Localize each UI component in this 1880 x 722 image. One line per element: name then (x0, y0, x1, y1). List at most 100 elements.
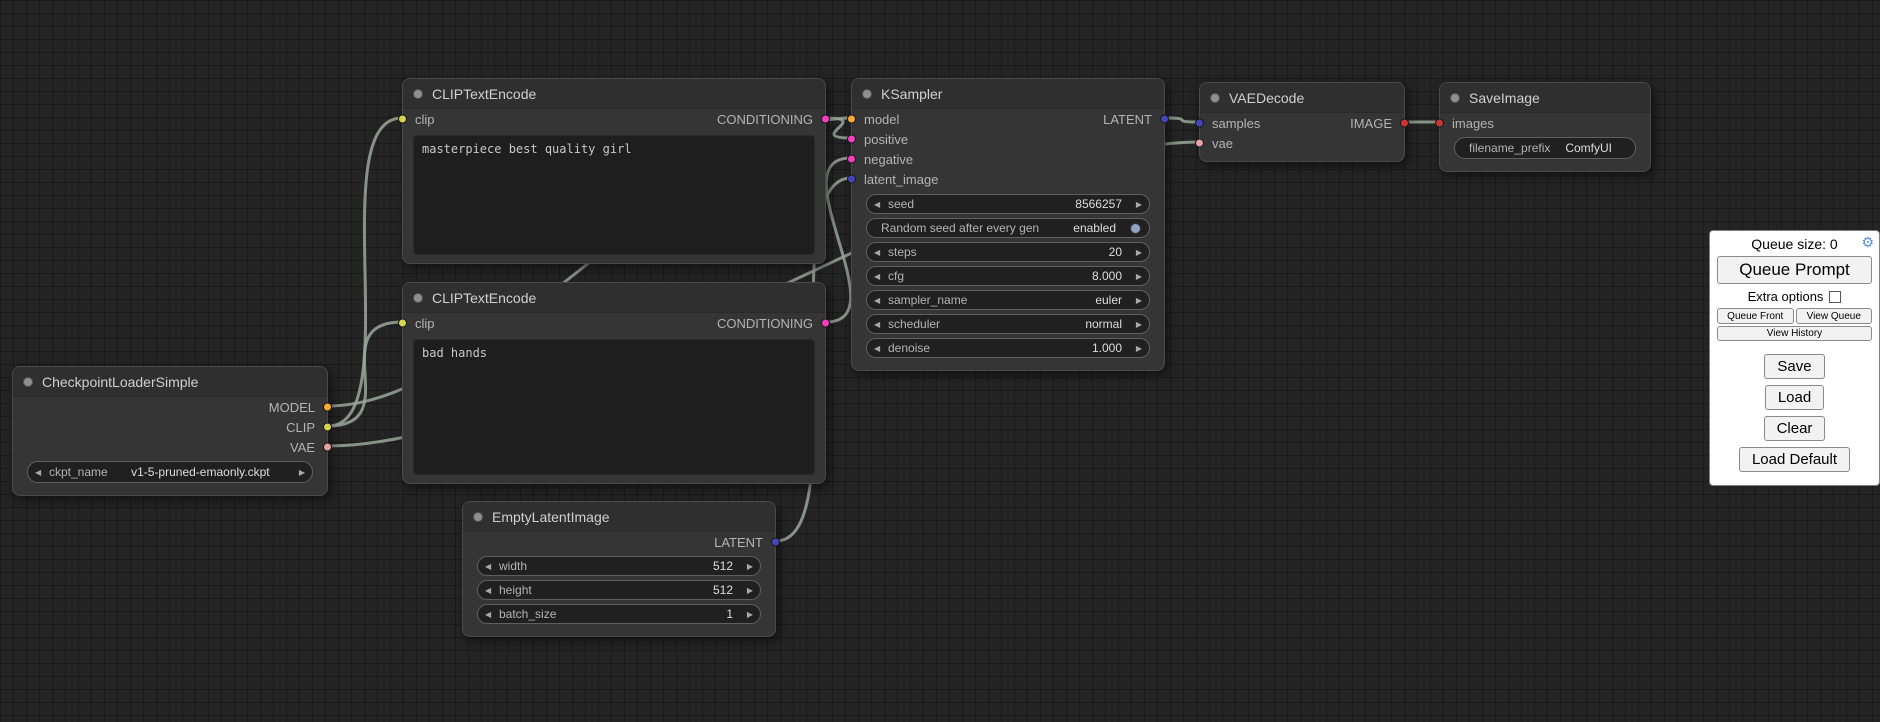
decrement-arrow-icon[interactable]: ◀ (485, 586, 497, 595)
widget-label: Random seed after every gen (881, 221, 1039, 235)
filename-prefix-widget[interactable]: filename_prefix ComfyUI (1454, 137, 1636, 159)
width-widget[interactable]: ◀ width 512 ▶ (477, 556, 761, 576)
node-empty-latent-image[interactable]: EmptyLatentImage LATENT ◀ width 512 ▶ ◀ … (462, 501, 776, 637)
collapse-dot-icon[interactable] (413, 293, 423, 303)
slot-row: positive (852, 129, 1164, 149)
output-slot-clip[interactable] (323, 423, 332, 432)
increment-arrow-icon[interactable]: ▶ (741, 562, 753, 571)
decrement-arrow-icon[interactable]: ◀ (485, 562, 497, 571)
denoise-widget[interactable]: ◀ denoise 1.000 ▶ (866, 338, 1150, 358)
input-slot-samples[interactable] (1195, 119, 1204, 128)
node-title-bar[interactable]: VAEDecode (1200, 83, 1404, 113)
decrement-arrow-icon[interactable]: ◀ (874, 296, 886, 305)
clear-button[interactable]: Clear (1764, 416, 1826, 441)
collapse-dot-icon[interactable] (862, 89, 872, 99)
increment-arrow-icon[interactable]: ▶ (1130, 320, 1142, 329)
toggle-dot-icon[interactable] (1130, 223, 1141, 234)
input-label-negative: negative (864, 152, 913, 167)
settings-gear-icon[interactable]: ⚙ (1861, 234, 1874, 251)
increment-arrow-icon[interactable]: ▶ (293, 468, 305, 477)
collapse-dot-icon[interactable] (473, 512, 483, 522)
input-slot-vae[interactable] (1195, 139, 1204, 148)
scheduler-widget[interactable]: ◀ scheduler normal ▶ (866, 314, 1150, 334)
widget-label: filename_prefix (1469, 141, 1550, 155)
collapse-dot-icon[interactable] (1450, 93, 1460, 103)
increment-arrow-icon[interactable]: ▶ (741, 586, 753, 595)
save-button[interactable]: Save (1764, 354, 1824, 379)
collapse-dot-icon[interactable] (1210, 93, 1220, 103)
decrement-arrow-icon[interactable]: ◀ (874, 320, 886, 329)
increment-arrow-icon[interactable]: ▶ (1130, 272, 1142, 281)
height-widget[interactable]: ◀ height 512 ▶ (477, 580, 761, 600)
node-title-bar[interactable]: EmptyLatentImage (463, 502, 775, 532)
node-title: SaveImage (1469, 90, 1540, 106)
ckpt-name-widget[interactable]: ◀ ckpt_name v1-5-pruned-emaonly.ckpt ▶ (27, 461, 313, 483)
negative-prompt-textarea[interactable]: bad hands (413, 339, 815, 475)
input-slot-latent-image[interactable] (847, 175, 856, 184)
seed-widget[interactable]: ◀ seed 8566257 ▶ (866, 194, 1150, 214)
node-title-bar[interactable]: KSampler (852, 79, 1164, 109)
input-slot-clip[interactable] (398, 319, 407, 328)
output-label-image: IMAGE (1350, 116, 1392, 131)
positive-prompt-textarea[interactable]: masterpiece best quality girl (413, 135, 815, 255)
widget-label: sampler_name (888, 293, 967, 307)
widget-value: 8566257 (922, 197, 1122, 211)
output-slot-image[interactable] (1400, 119, 1409, 128)
load-button[interactable]: Load (1765, 385, 1824, 410)
decrement-arrow-icon[interactable]: ◀ (874, 272, 886, 281)
increment-arrow-icon[interactable]: ▶ (1130, 248, 1142, 257)
node-title-bar[interactable]: CLIPTextEncode (403, 79, 825, 109)
node-title-bar[interactable]: SaveImage (1440, 83, 1650, 113)
output-slot-latent[interactable] (1160, 115, 1169, 124)
output-slot-conditioning[interactable] (821, 115, 830, 124)
decrement-arrow-icon[interactable]: ◀ (874, 344, 886, 353)
input-label-vae: vae (1212, 136, 1233, 151)
output-slot-model[interactable] (323, 403, 332, 412)
node-vae-decode[interactable]: VAEDecode samples IMAGE vae (1199, 82, 1405, 162)
batch-size-widget[interactable]: ◀ batch_size 1 ▶ (477, 604, 761, 624)
cfg-widget[interactable]: ◀ cfg 8.000 ▶ (866, 266, 1150, 286)
sampler-name-widget[interactable]: ◀ sampler_name euler ▶ (866, 290, 1150, 310)
decrement-arrow-icon[interactable]: ◀ (485, 610, 497, 619)
queue-front-button[interactable]: Queue Front (1717, 308, 1794, 324)
random-seed-toggle-widget[interactable]: Random seed after every gen enabled (866, 218, 1150, 238)
input-slot-clip[interactable] (398, 115, 407, 124)
extra-options-checkbox[interactable] (1829, 291, 1841, 303)
view-history-button[interactable]: View History (1717, 326, 1872, 341)
load-default-button[interactable]: Load Default (1739, 447, 1850, 472)
decrement-arrow-icon[interactable]: ◀ (874, 200, 886, 209)
node-title-bar[interactable]: CheckpointLoaderSimple (13, 367, 327, 397)
decrement-arrow-icon[interactable]: ◀ (874, 248, 886, 257)
node-clip-text-encode-positive[interactable]: CLIPTextEncode clip CONDITIONING masterp… (402, 78, 826, 264)
node-save-image[interactable]: SaveImage images filename_prefix ComfyUI (1439, 82, 1651, 172)
input-label-model: model (864, 112, 899, 127)
collapse-dot-icon[interactable] (413, 89, 423, 99)
output-slot-latent[interactable] (771, 538, 780, 547)
output-row: CLIP (13, 417, 327, 437)
node-ksampler[interactable]: KSampler model LATENT positive negative … (851, 78, 1165, 371)
view-queue-button[interactable]: View Queue (1796, 308, 1873, 324)
output-slot-conditioning[interactable] (821, 319, 830, 328)
input-slot-negative[interactable] (847, 155, 856, 164)
output-slot-vae[interactable] (323, 443, 332, 452)
node-title: CheckpointLoaderSimple (42, 374, 198, 390)
steps-widget[interactable]: ◀ steps 20 ▶ (866, 242, 1150, 262)
output-label-model: MODEL (269, 400, 315, 415)
increment-arrow-icon[interactable]: ▶ (1130, 344, 1142, 353)
node-clip-text-encode-negative[interactable]: CLIPTextEncode clip CONDITIONING bad han… (402, 282, 826, 484)
slot-row: negative (852, 149, 1164, 169)
input-slot-images[interactable] (1435, 119, 1444, 128)
increment-arrow-icon[interactable]: ▶ (741, 610, 753, 619)
widget-value: normal (948, 317, 1122, 331)
increment-arrow-icon[interactable]: ▶ (1130, 200, 1142, 209)
queue-prompt-button[interactable]: Queue Prompt (1717, 256, 1872, 284)
input-slot-model[interactable] (847, 115, 856, 124)
slot-row: vae (1200, 133, 1404, 153)
increment-arrow-icon[interactable]: ▶ (1130, 296, 1142, 305)
extra-options-label: Extra options (1748, 289, 1824, 304)
node-title-bar[interactable]: CLIPTextEncode (403, 283, 825, 313)
node-checkpoint-loader-simple[interactable]: CheckpointLoaderSimple MODEL CLIP VAE ◀ … (12, 366, 328, 496)
decrement-arrow-icon[interactable]: ◀ (35, 468, 47, 477)
input-slot-positive[interactable] (847, 135, 856, 144)
collapse-dot-icon[interactable] (23, 377, 33, 387)
